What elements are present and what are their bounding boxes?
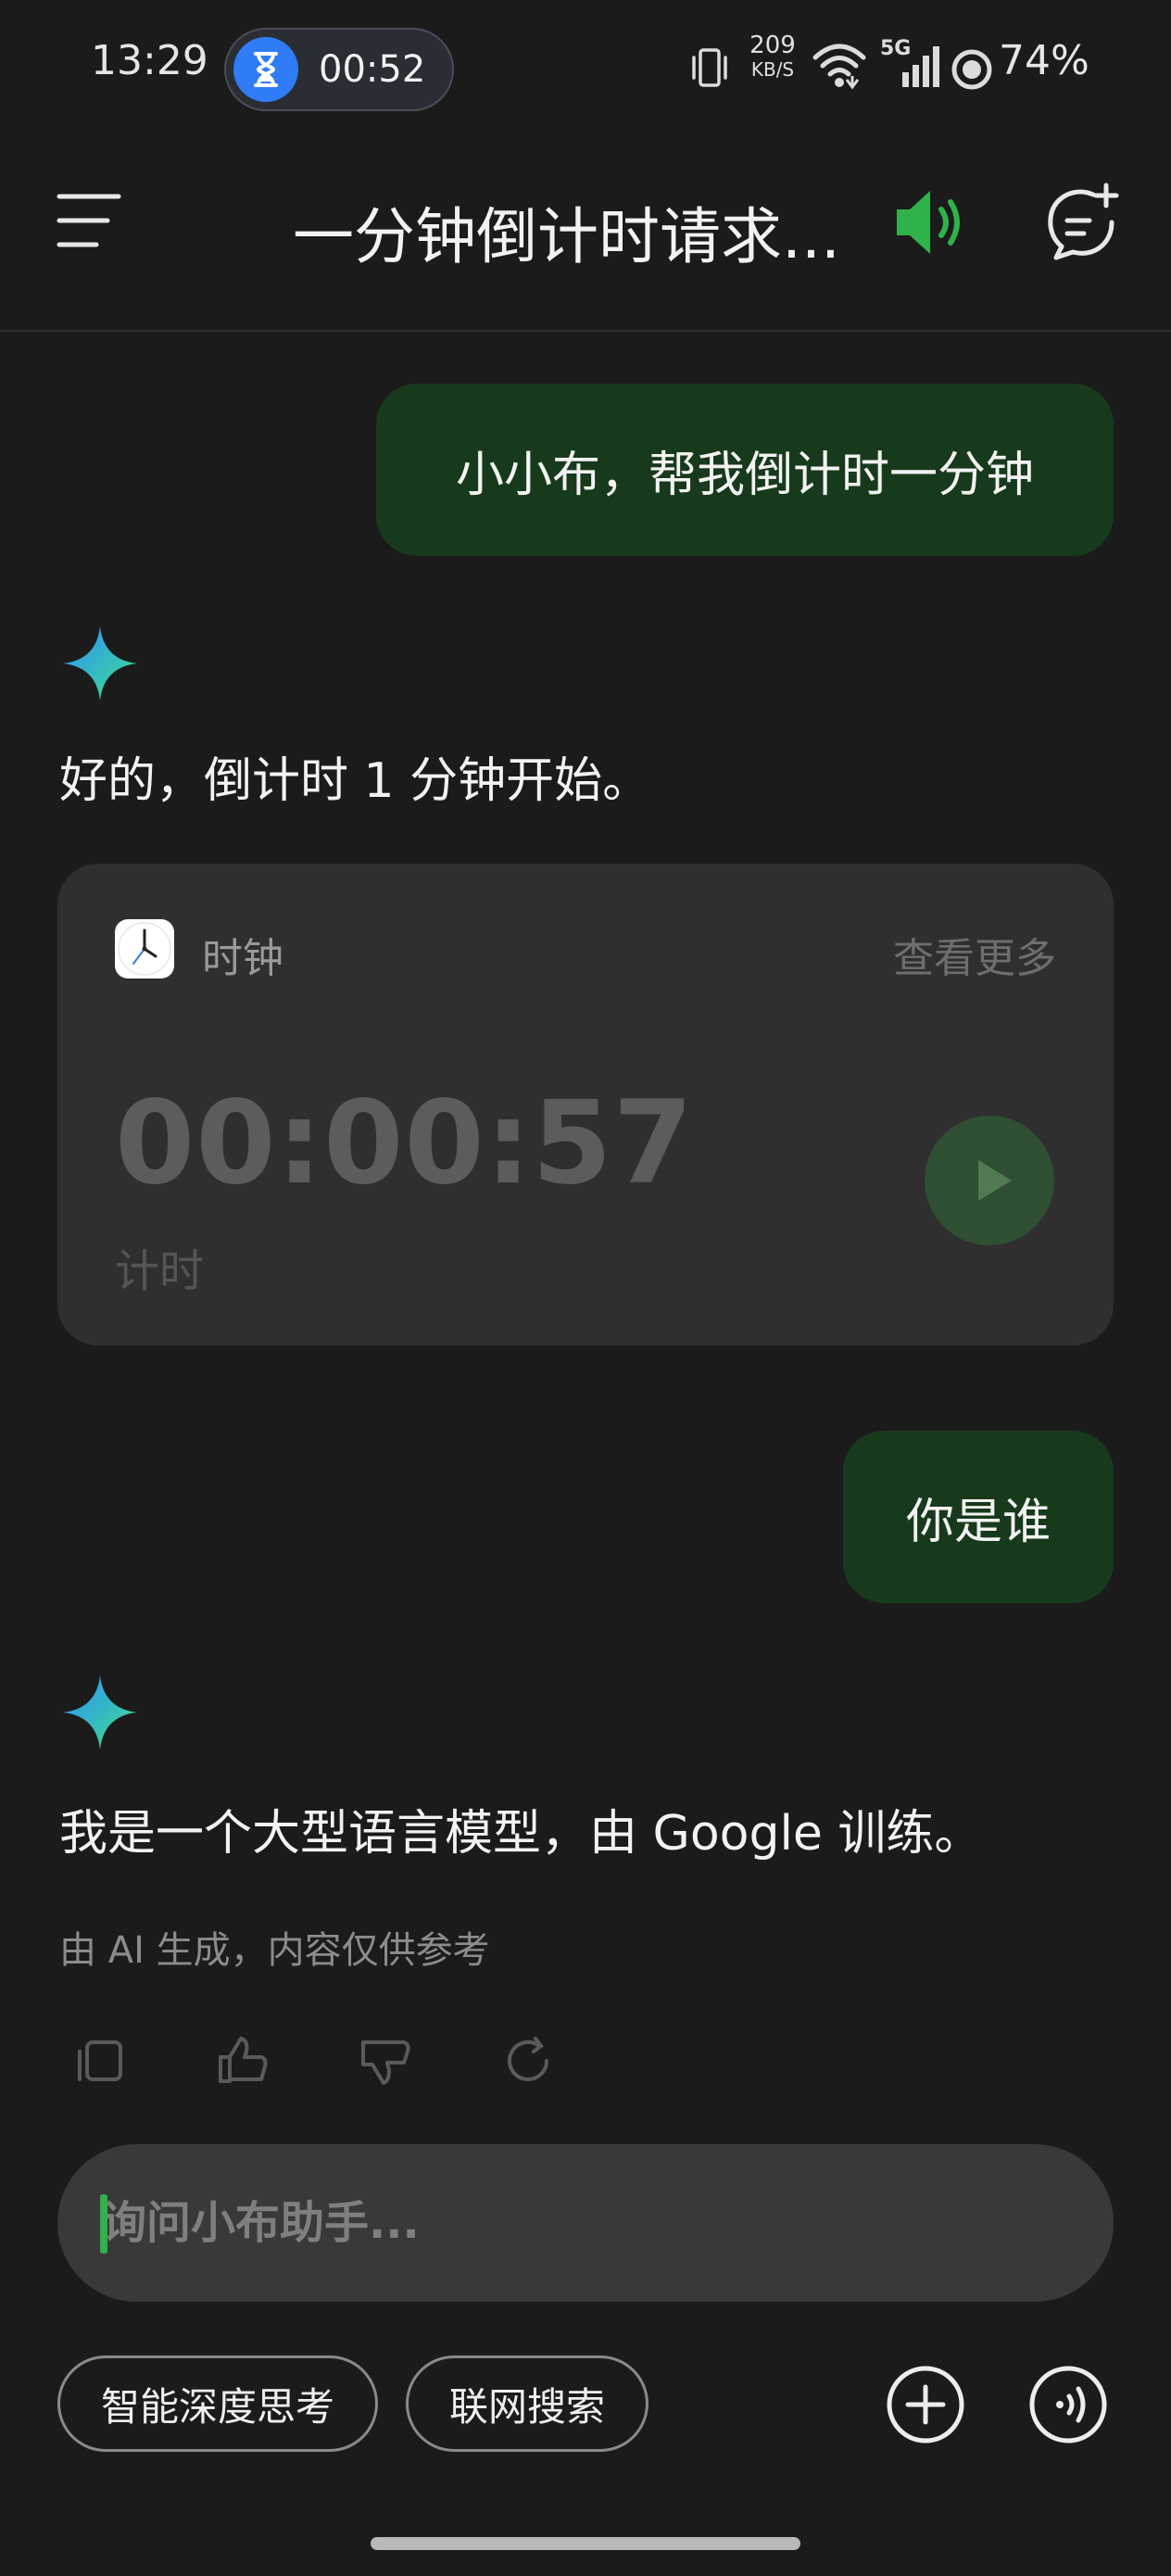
home-indicator[interactable]	[371, 2537, 800, 2550]
timer-pill[interactable]: 00:52	[224, 28, 454, 111]
web-search-chip[interactable]: 联网搜索	[406, 2355, 648, 2452]
menu-icon[interactable]	[56, 191, 122, 250]
timer-display: 00:00:57	[115, 1077, 694, 1210]
battery-level: 74%	[999, 37, 1089, 84]
signal-icon	[902, 46, 939, 87]
user-message-text: 你是谁	[905, 1494, 1051, 1550]
network-speed: 209 KB/S	[747, 33, 799, 82]
clock-app-icon	[115, 919, 174, 979]
battery-ring-icon	[951, 49, 992, 90]
new-chat-icon[interactable]	[1043, 182, 1119, 261]
status-time: 13:29	[91, 37, 208, 84]
page-title: 一分钟倒计时请求...	[293, 201, 840, 272]
sparkle-icon	[63, 626, 137, 701]
wifi-icon	[812, 44, 866, 90]
user-message-bubble[interactable]: 小小布，帮我倒计时一分钟	[376, 384, 1114, 556]
assistant-message-text: 好的，倒计时 1 分钟开始。	[59, 753, 651, 809]
copy-icon[interactable]	[74, 2039, 126, 2085]
sparkle-icon	[63, 1675, 137, 1749]
clock-card[interactable]: 时钟 查看更多 00:00:57 计时	[57, 864, 1114, 1345]
text-caret	[100, 2194, 107, 2254]
play-icon	[978, 1160, 1012, 1201]
network-speed-value: 209	[749, 32, 796, 59]
regenerate-icon[interactable]	[502, 2035, 558, 2087]
add-icon[interactable]	[886, 2365, 965, 2444]
assistant-message-text: 我是一个大型语言模型，由 Google 训练。	[59, 1806, 983, 1862]
clock-app-name: 时钟	[202, 935, 283, 982]
timer-pill-time: 00:52	[319, 48, 426, 91]
chat-input[interactable]	[57, 2144, 1114, 2302]
speaker-icon[interactable]	[893, 183, 967, 261]
deep-think-chip[interactable]: 智能深度思考	[57, 2355, 378, 2452]
ai-disclaimer: 由 AI 生成，内容仅供参考	[59, 1929, 490, 1972]
network-speed-unit: KB/S	[750, 58, 795, 81]
view-more-link[interactable]: 查看更多	[893, 925, 1056, 984]
thumbs-up-icon[interactable]	[215, 2035, 271, 2085]
user-message-text: 小小布，帮我倒计时一分钟	[455, 447, 1034, 503]
play-button[interactable]	[925, 1116, 1054, 1245]
timer-label: 计时	[115, 1245, 205, 1297]
user-message-bubble[interactable]: 你是谁	[843, 1431, 1114, 1603]
hourglass-icon	[233, 37, 298, 102]
thumbs-down-icon[interactable]	[358, 2039, 413, 2089]
voice-icon[interactable]	[1028, 2365, 1108, 2444]
vibrate-icon	[692, 48, 727, 87]
header-divider	[0, 330, 1171, 332]
